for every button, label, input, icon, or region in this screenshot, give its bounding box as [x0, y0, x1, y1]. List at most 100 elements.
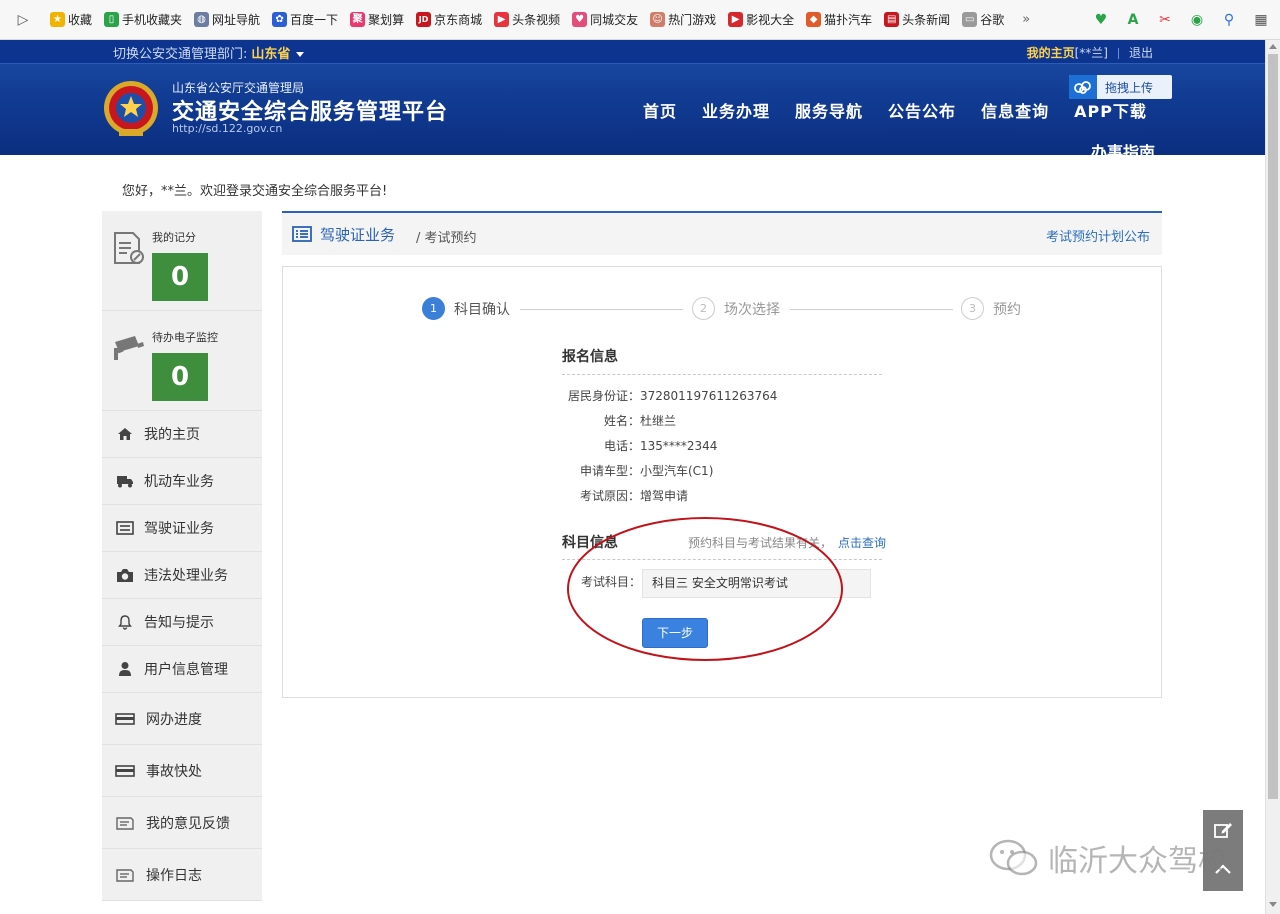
monitor-value[interactable]: 0	[152, 353, 208, 401]
sidebar-item-home[interactable]: 我的主页	[102, 411, 262, 458]
nav-service-guide[interactable]: 服务导航	[795, 98, 863, 122]
dept-value[interactable]: 山东省	[251, 47, 290, 62]
info-value: 小型汽车(C1)	[640, 464, 714, 478]
bookmark-item[interactable]: JD 京东商城	[416, 11, 482, 28]
sidebar-toggle-icon[interactable]: ▷	[14, 11, 32, 29]
bookmark-item[interactable]: ▤ 头条新闻	[884, 11, 950, 28]
nav-business[interactable]: 业务办理	[702, 98, 770, 122]
sidebar-item-label: 我的主页	[144, 427, 200, 443]
next-step-button[interactable]: 下一步	[642, 618, 708, 648]
bookmarks-more-icon[interactable]: »	[1022, 12, 1030, 27]
wechat-icon	[989, 839, 1038, 876]
info-label: 考试原因：	[579, 489, 640, 503]
step-1-indicator: 1	[422, 297, 445, 320]
sidebar-item-label: 操作日志	[146, 867, 202, 884]
query-result-link[interactable]: 点击查询	[838, 536, 886, 550]
bookmark-item[interactable]: ♥ 同城交友	[572, 11, 638, 28]
logout-link[interactable]: 退出	[1129, 46, 1153, 60]
sidebar-item-license[interactable]: 驾驶证业务	[102, 505, 262, 552]
monitor-card[interactable]: 待办电子监控 0	[102, 311, 262, 411]
scroll-down-icon[interactable]	[1269, 902, 1277, 907]
nav-info-query[interactable]: 信息查询	[981, 98, 1049, 122]
bookmark-item[interactable]: ▭ 谷歌	[962, 11, 1004, 28]
sidebar-item-vehicle[interactable]: 机动车业务	[102, 458, 262, 505]
camera-icon	[116, 566, 134, 584]
score-value[interactable]: 0	[152, 253, 208, 301]
nav-announcements[interactable]: 公告公布	[888, 98, 956, 122]
dept-switcher[interactable]: 切换公安交通管理部门: 山东省	[113, 43, 305, 62]
score-card[interactable]: 我的记分 0	[102, 211, 262, 311]
nav-app-download[interactable]: APP下载	[1074, 98, 1147, 122]
juhuasuan-icon: 聚	[350, 12, 366, 27]
surveillance-camera-icon	[114, 336, 144, 360]
sidebar-item-violation[interactable]: 违法处理业务	[102, 552, 262, 599]
registration-title: 报名信息	[562, 349, 618, 365]
user-links: 我的主页[**兰] 退出	[1027, 44, 1153, 61]
bookmark-item[interactable]: ✿ 百度一下	[272, 11, 338, 28]
sidebar-item-progress[interactable]: 网办进度	[102, 693, 262, 745]
sidebar-item-accident[interactable]: 事故快处	[102, 745, 262, 797]
exam-subject-label: 考试科目：	[581, 575, 642, 589]
translate-icon[interactable]: A	[1124, 11, 1142, 29]
bookmark-item[interactable]: ★ 收藏	[50, 11, 92, 28]
bookmark-item[interactable]: 聚聚划算	[350, 11, 404, 28]
sidebar-item-label: 事故快处	[146, 763, 202, 780]
breadcrumb: 驾驶证业务 / 考试预约 考试预约计划公布	[282, 211, 1162, 255]
truck-icon	[116, 472, 134, 490]
play-icon: ▶	[494, 12, 510, 27]
info-label: 姓名：	[603, 414, 640, 428]
info-value: 杜继兰	[640, 414, 677, 428]
bookmark-item[interactable]: ▶ 头条视频	[494, 11, 560, 28]
divider	[1117, 48, 1119, 59]
list-icon	[116, 519, 134, 537]
bookmark-label: 猫扑汽车	[824, 13, 873, 27]
sidebar-item-user-info[interactable]: 用户信息管理	[102, 646, 262, 693]
subject-hint-text: 预约科目与考试结果有关，	[688, 536, 833, 550]
bookmark-item[interactable]: ▯ 手机收藏夹	[104, 11, 182, 28]
caret-down-icon[interactable]	[296, 52, 305, 57]
bookmark-item[interactable]: ☺ 热门游戏	[650, 11, 716, 28]
sidebar-item-log[interactable]: 操作日志	[102, 849, 262, 901]
info-label: 电话：	[603, 439, 640, 453]
bookmark-item[interactable]: ◆ 猫扑汽车	[806, 11, 872, 28]
browser-bookmark-bar: ▷ ★ 收藏 ▯ 手机收藏夹 ◍ 网址导航 ✿ 百度一下聚聚划算 JD 京东商城 ▶ 头条视频 ♥ 同城交…	[0, 0, 1280, 40]
exam-plan-link[interactable]: 考试预约计划公布	[1046, 226, 1150, 245]
sidebar-item-label: 我的意见反馈	[146, 815, 230, 832]
exam-subject-select[interactable]: 科目三 安全文明常识考试	[642, 569, 871, 598]
page-scrollbar[interactable]	[1265, 40, 1280, 914]
bookmark-item[interactable]: ◍ 网址导航	[194, 11, 260, 28]
step-connector	[790, 309, 953, 310]
star-icon: ★	[50, 12, 65, 27]
scissors-icon[interactable]: ✂	[1156, 11, 1174, 29]
shield-icon[interactable]: ♥	[1092, 11, 1110, 29]
step-1-label: 科目确认	[454, 302, 510, 318]
home-icon	[116, 425, 134, 443]
sidebar-item-notices[interactable]: 告知与提示	[102, 599, 262, 646]
grid-icon[interactable]: ▦	[1252, 11, 1270, 29]
header-top-bar: 切换公安交通管理部门: 山东省 我的主页[**兰] 退出	[0, 40, 1265, 64]
gamepad-icon[interactable]: ◉	[1188, 11, 1206, 29]
scroll-thumb[interactable]	[1268, 54, 1278, 799]
my-home-link[interactable]: 我的主页	[1027, 46, 1075, 60]
sidebar-item-feedback[interactable]: 我的意见反馈	[102, 797, 262, 849]
watermark-text: 临沂大众驾校	[1048, 844, 1228, 879]
scroll-up-icon[interactable]	[1269, 44, 1277, 49]
info-value: 372801197611263764	[640, 389, 778, 403]
site-header: 切换公安交通管理部门: 山东省 我的主页[**兰] 退出 山东省公安厅交通管理局 交…	[0, 40, 1265, 155]
sidebar-item-label: 机动车业务	[144, 474, 214, 490]
step-3-label: 预约	[993, 302, 1021, 318]
drag-upload-button[interactable]: 拖拽上传	[1069, 75, 1172, 99]
nav-guide[interactable]: 办事指南	[1091, 144, 1155, 155]
sidebar-item-label: 用户信息管理	[144, 662, 228, 678]
search-icon[interactable]: ⚲	[1220, 11, 1238, 29]
main-nav: 首页 业务办理 服务导航 公告公布 信息查询 APP下载	[643, 98, 1147, 122]
subject-hint: 预约科目与考试结果有关， 点击查询	[688, 534, 886, 551]
bookmark-item[interactable]: ▶ 影视大全	[728, 11, 794, 28]
score-label: 我的记分	[152, 231, 196, 244]
globe-icon: ◍	[194, 12, 210, 27]
video-icon: ▶	[728, 12, 744, 27]
bookmark-label: 网址导航	[212, 13, 261, 27]
info-label: 居民身份证：	[567, 389, 640, 403]
breadcrumb-main[interactable]: 驾驶证业务	[320, 224, 395, 245]
nav-home[interactable]: 首页	[643, 98, 677, 122]
